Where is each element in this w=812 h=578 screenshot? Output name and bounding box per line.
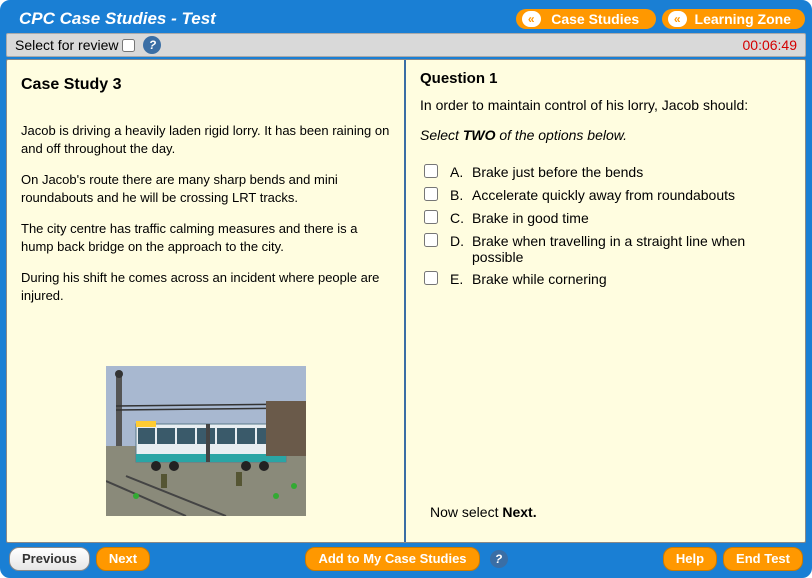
chevron-left-icon: « xyxy=(522,11,541,27)
timer-display: 00:06:49 xyxy=(743,37,798,53)
end-test-button[interactable]: End Test xyxy=(723,547,803,571)
header-nav: « Case Studies « Learning Zone xyxy=(516,9,805,29)
option-row: D. Brake when travelling in a straight l… xyxy=(420,230,791,268)
option-letter: D. xyxy=(446,230,468,268)
case-study-pane: Case Study 3 Jacob is driving a heavily … xyxy=(7,60,406,542)
app-frame: CPC Case Studies - Test « Case Studies «… xyxy=(0,0,812,578)
header-bar: CPC Case Studies - Test « Case Studies «… xyxy=(5,5,807,33)
instr-prefix: Select xyxy=(420,127,463,143)
option-checkbox[interactable] xyxy=(424,233,438,247)
option-letter: B. xyxy=(446,184,468,207)
review-label: Select for review xyxy=(15,37,118,53)
add-to-my-case-studies-button[interactable]: Add to My Case Studies xyxy=(305,547,479,571)
sub-toolbar: Select for review ? 00:06:49 xyxy=(6,33,806,57)
options-list: A. Brake just before the bends B. Accele… xyxy=(420,161,791,291)
option-letter: C. xyxy=(446,207,468,230)
previous-button[interactable]: Previous xyxy=(9,547,90,571)
nav-label: Learning Zone xyxy=(695,11,791,27)
help-button[interactable]: Help xyxy=(663,547,717,571)
instr-suffix: of the options below. xyxy=(495,127,627,143)
now-select-hint: Now select Next. xyxy=(420,504,791,532)
review-checkbox[interactable] xyxy=(122,39,135,52)
option-checkbox[interactable] xyxy=(424,271,438,285)
case-image-holder xyxy=(21,366,390,526)
now-bold: Next. xyxy=(502,504,536,520)
option-checkbox[interactable] xyxy=(424,187,438,201)
next-button[interactable]: Next xyxy=(96,547,150,571)
now-prefix: Now select xyxy=(430,504,502,520)
question-title: Question 1 xyxy=(420,70,791,87)
option-row: E. Brake while cornering xyxy=(420,268,791,291)
case-paragraph: On Jacob's route there are many sharp be… xyxy=(21,171,390,206)
footer-bar: Previous Next Add to My Case Studies ? H… xyxy=(5,545,807,573)
option-text: Brake while cornering xyxy=(468,268,791,291)
option-letter: E. xyxy=(446,268,468,291)
tram-image xyxy=(106,366,306,516)
option-row: A. Brake just before the bends xyxy=(420,161,791,184)
option-checkbox[interactable] xyxy=(424,210,438,224)
option-letter: A. xyxy=(446,161,468,184)
option-text: Accelerate quickly away from roundabouts xyxy=(468,184,791,207)
question-instruction: Select TWO of the options below. xyxy=(420,127,791,143)
nav-learning-zone[interactable]: « Learning Zone xyxy=(662,9,805,29)
case-title: Case Study 3 xyxy=(21,76,390,94)
option-row: B. Accelerate quickly away from roundabo… xyxy=(420,184,791,207)
nav-case-studies[interactable]: « Case Studies xyxy=(516,9,656,29)
help-icon[interactable]: ? xyxy=(143,36,161,54)
option-checkbox[interactable] xyxy=(424,164,438,178)
main-content: Case Study 3 Jacob is driving a heavily … xyxy=(6,59,806,543)
option-text: Brake when travelling in a straight line… xyxy=(468,230,791,268)
question-stem: In order to maintain control of his lorr… xyxy=(420,97,791,113)
case-paragraph: Jacob is driving a heavily laden rigid l… xyxy=(21,122,390,157)
option-text: Brake in good time xyxy=(468,207,791,230)
instr-bold: TWO xyxy=(463,127,496,143)
chevron-left-icon: « xyxy=(668,11,687,27)
nav-label: Case Studies xyxy=(549,11,642,27)
case-paragraph: The city centre has traffic calming meas… xyxy=(21,220,390,255)
review-group: Select for review ? xyxy=(15,36,161,54)
case-paragraph: During his shift he comes across an inci… xyxy=(21,269,390,304)
option-row: C. Brake in good time xyxy=(420,207,791,230)
help-icon[interactable]: ? xyxy=(490,550,508,568)
app-title: CPC Case Studies - Test xyxy=(7,9,216,29)
question-pane: Question 1 In order to maintain control … xyxy=(406,60,805,542)
option-text: Brake just before the bends xyxy=(468,161,791,184)
